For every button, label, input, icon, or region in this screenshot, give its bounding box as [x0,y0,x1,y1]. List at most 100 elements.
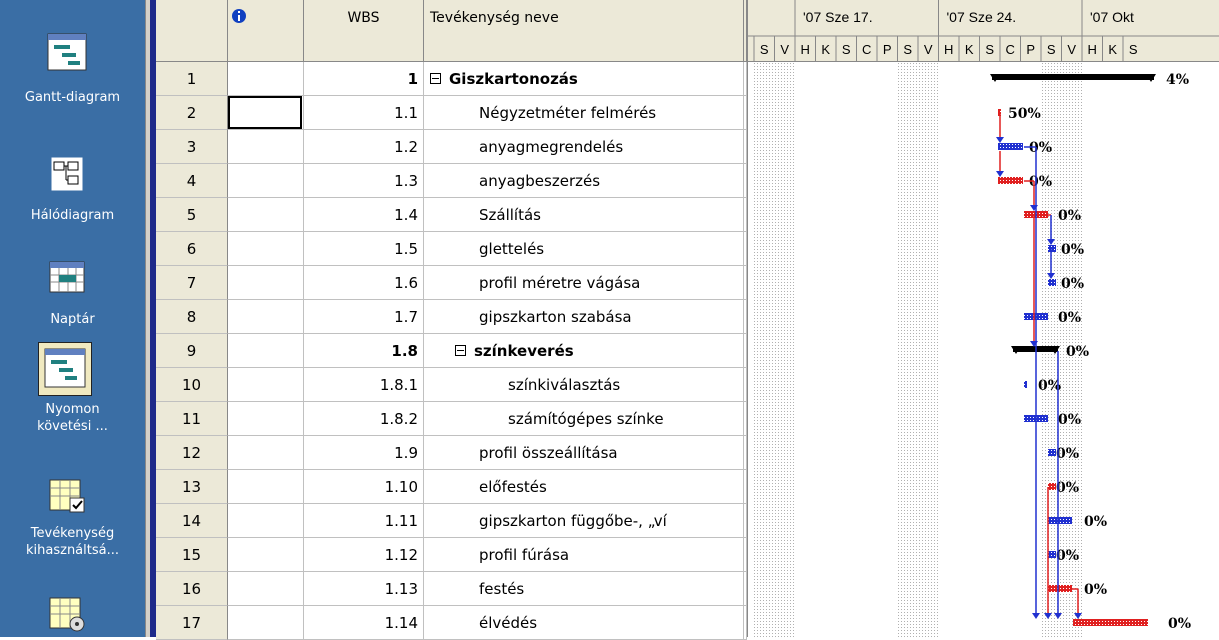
row-indicators[interactable] [228,606,304,640]
row-task-name[interactable]: profil összeállítása [424,436,744,470]
row-wbs[interactable]: 1.8.2 [304,402,424,436]
table-row[interactable]: 10 1.8.1 színkiválasztás [156,368,747,402]
view-tracking-label-1[interactable]: Nyomon [0,401,145,418]
gantt-chart-icon[interactable] [46,32,88,72]
row-wbs[interactable]: 1.10 [304,470,424,504]
row-wbs[interactable]: 1.7 [304,300,424,334]
table-row[interactable]: 4 1.3 anyagbeszerzés [156,164,747,198]
row-task-name[interactable]: gipszkarton függőbe-, „ví [424,504,744,538]
task-usage-icon[interactable] [46,476,88,516]
table-row[interactable]: 14 1.11 gipszkarton függőbe-, „ví [156,504,747,538]
row-indicators[interactable] [228,62,304,96]
collapse-icon[interactable] [430,73,441,84]
view-calendar-label[interactable]: Naptár [0,311,145,328]
row-task-name[interactable]: anyagbeszerzés [424,164,744,198]
row-task-name[interactable]: színkiválasztás [424,368,744,402]
row-wbs[interactable]: 1.12 [304,538,424,572]
table-row[interactable]: 5 1.4 Szállítás [156,198,747,232]
row-task-name[interactable]: gipszkarton szabása [424,300,744,334]
tracking-gantt-icon[interactable] [38,342,92,396]
row-wbs[interactable]: 1.8 [304,334,424,368]
row-indicators[interactable] [228,572,304,606]
view-task-usage-label-2[interactable]: kihasználtsá... [0,542,145,559]
row-id[interactable]: 9 [156,334,228,368]
row-task-name[interactable]: előfestés [424,470,744,504]
row-id[interactable]: 3 [156,130,228,164]
row-task-name[interactable]: Giszkartonozás [424,62,744,96]
row-wbs[interactable]: 1.13 [304,572,424,606]
row-wbs[interactable]: 1.9 [304,436,424,470]
table-row[interactable]: 9 1.8 színkeverés [156,334,747,368]
row-task-name[interactable]: anyagmegrendelés [424,130,744,164]
table-row[interactable]: 8 1.7 gipszkarton szabása [156,300,747,334]
row-indicators[interactable] [228,232,304,266]
row-wbs[interactable]: 1.4 [304,198,424,232]
row-indicators[interactable] [228,198,304,232]
view-task-usage-label-1[interactable]: Tevékenység [0,525,145,542]
row-task-name[interactable]: festés [424,572,744,606]
table-row[interactable]: 3 1.2 anyagmegrendelés [156,130,747,164]
row-indicators[interactable] [228,368,304,402]
row-id[interactable]: 10 [156,368,228,402]
row-id[interactable]: 12 [156,436,228,470]
row-indicators[interactable] [228,334,304,368]
row-indicators[interactable] [228,504,304,538]
row-id[interactable]: 2 [156,96,228,130]
row-wbs[interactable]: 1 [304,62,424,96]
row-task-name[interactable]: élvédés [424,606,744,640]
gantt-chart[interactable]: '07 Sze 17. '07 Sze 24. '07 Okt S V H K S C P S V H K… [747,0,1219,637]
header-task-name[interactable]: Tevékenység neve [424,0,744,62]
table-row[interactable]: 12 1.9 profil összeállítása [156,436,747,470]
row-wbs[interactable]: 1.8.1 [304,368,424,402]
row-id[interactable]: 1 [156,62,228,96]
row-id[interactable]: 6 [156,232,228,266]
row-indicators[interactable] [228,164,304,198]
network-diagram-icon[interactable] [46,154,88,194]
row-id[interactable]: 17 [156,606,228,640]
row-id[interactable]: 16 [156,572,228,606]
resource-usage-icon[interactable] [46,594,88,634]
row-wbs[interactable]: 1.14 [304,606,424,640]
row-task-name[interactable]: profil fúrása [424,538,744,572]
header-wbs[interactable]: WBS [304,0,424,62]
row-indicators[interactable] [228,436,304,470]
row-task-name[interactable]: profil méretre vágása [424,266,744,300]
table-row[interactable]: 1 1 Giszkartonozás [156,62,747,96]
row-id[interactable]: 7 [156,266,228,300]
row-indicators[interactable] [228,266,304,300]
row-task-name[interactable]: Szállítás [424,198,744,232]
view-network-label[interactable]: Hálódiagram [0,207,145,224]
table-row[interactable]: 11 1.8.2 számítógépes színke [156,402,747,436]
row-id[interactable]: 15 [156,538,228,572]
row-wbs[interactable]: 1.11 [304,504,424,538]
header-indicators[interactable] [228,0,304,62]
row-indicators[interactable] [228,470,304,504]
row-id[interactable]: 11 [156,402,228,436]
row-id[interactable]: 14 [156,504,228,538]
row-indicators[interactable] [228,300,304,334]
row-wbs[interactable]: 1.6 [304,266,424,300]
table-row[interactable]: 16 1.13 festés [156,572,747,606]
calendar-icon[interactable] [46,258,88,298]
row-task-name[interactable]: Négyzetméter felmérés [424,96,744,130]
row-wbs[interactable]: 1.3 [304,164,424,198]
table-row[interactable]: 13 1.10 előfestés [156,470,747,504]
table-row[interactable]: 15 1.12 profil fúrása [156,538,747,572]
gantt-canvas[interactable]: '07 Sze 17. '07 Sze 24. '07 OktS V H K S C P S V H K… [748,0,1219,637]
collapse-icon[interactable] [455,345,466,356]
view-tracking-label-2[interactable]: követési ... [0,418,145,435]
selected-cell[interactable] [228,96,302,129]
row-task-name[interactable]: glettelés [424,232,744,266]
view-gantt-label[interactable]: Gantt-diagram [0,89,145,106]
row-id[interactable]: 4 [156,164,228,198]
table-row[interactable]: 6 1.5 glettelés [156,232,747,266]
table-row[interactable]: 17 1.14 élvédés [156,606,747,640]
row-wbs[interactable]: 1.2 [304,130,424,164]
row-indicators[interactable] [228,538,304,572]
row-task-name[interactable]: számítógépes színke [424,402,744,436]
row-wbs[interactable]: 1.5 [304,232,424,266]
table-row[interactable]: 7 1.6 profil méretre vágása [156,266,747,300]
header-id[interactable] [156,0,228,62]
row-indicators[interactable] [228,130,304,164]
row-id[interactable]: 8 [156,300,228,334]
